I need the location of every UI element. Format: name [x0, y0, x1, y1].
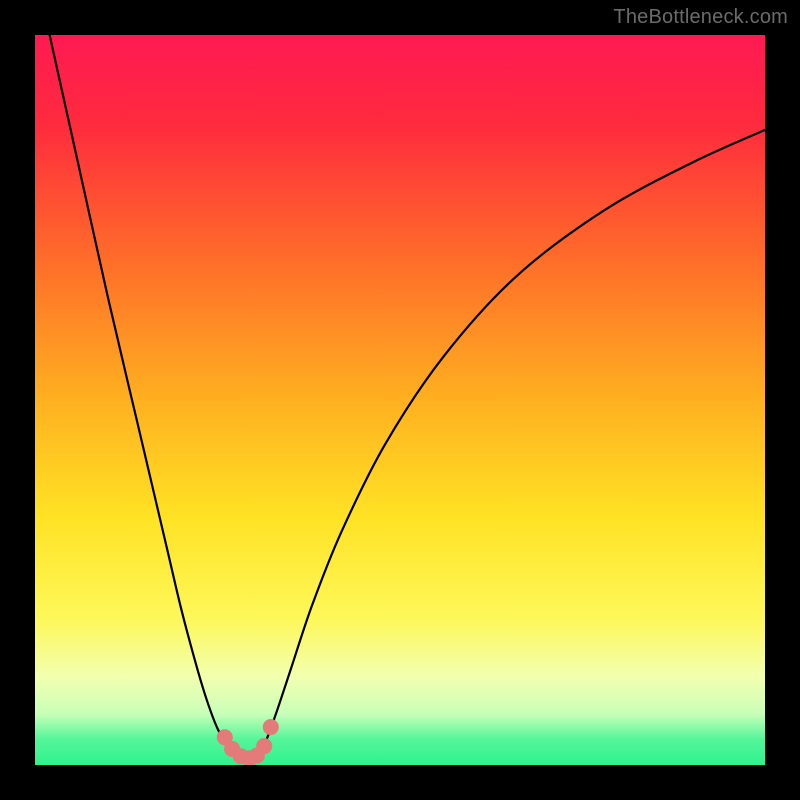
- right-branch-path: [254, 130, 765, 761]
- watermark-text: TheBottleneck.com: [613, 6, 788, 29]
- valley-markers: [217, 719, 279, 765]
- chart-frame: TheBottleneck.com: [0, 0, 800, 800]
- plot-area: [35, 35, 765, 765]
- left-branch-path: [50, 35, 240, 761]
- valley-marker: [263, 719, 279, 735]
- valley-marker: [256, 738, 272, 754]
- curve-layer: [35, 35, 765, 765]
